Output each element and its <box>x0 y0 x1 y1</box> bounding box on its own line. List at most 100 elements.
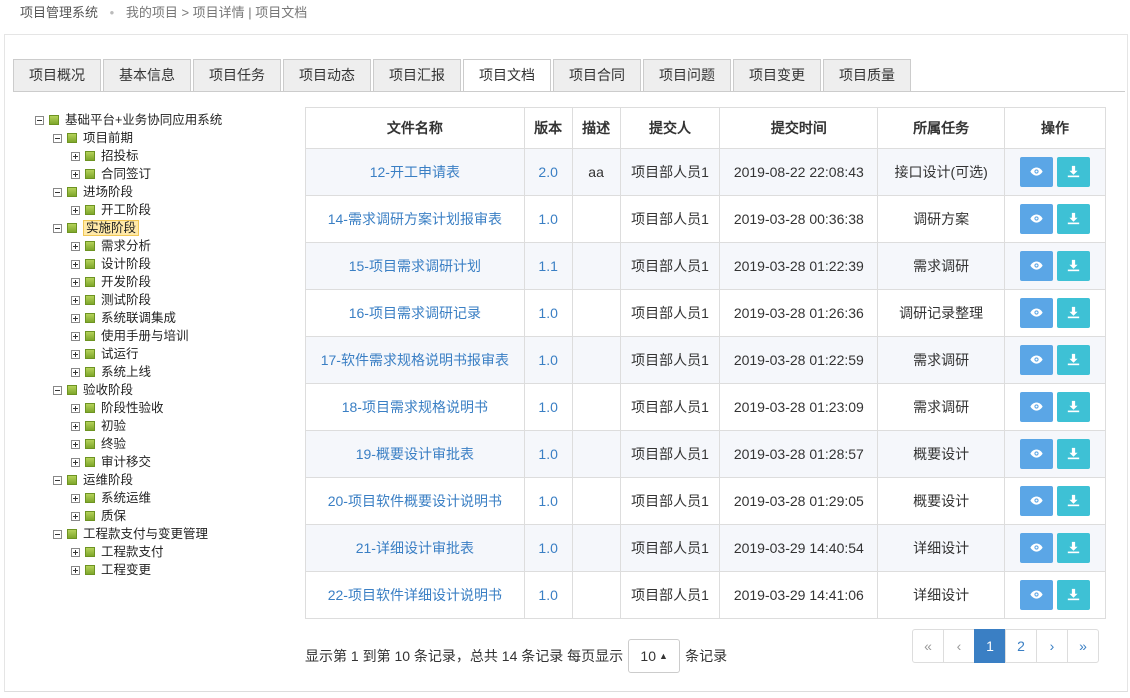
tree-node[interactable]: 进场阶段 <box>35 183 295 201</box>
tab-1[interactable]: 项目概况 <box>13 59 101 91</box>
tree-node-label[interactable]: 进场阶段 <box>83 183 133 201</box>
tree-node-label[interactable]: 审计移交 <box>101 453 151 471</box>
tree-node-label[interactable]: 系统上线 <box>101 363 151 381</box>
tree-node-label[interactable]: 工程款支付与变更管理 <box>83 525 208 543</box>
expand-icon[interactable] <box>71 367 80 377</box>
download-button[interactable] <box>1057 439 1091 469</box>
tab-10[interactable]: 项目质量 <box>823 59 911 91</box>
tree-node[interactable]: 项目前期 <box>35 129 295 147</box>
tree-node[interactable]: 使用手册与培训 <box>35 327 295 345</box>
tab-4[interactable]: 项目动态 <box>283 59 371 91</box>
tree-node[interactable]: 系统运维 <box>35 489 295 507</box>
file-name-cell[interactable]: 19-概要设计审批表 <box>305 430 525 478</box>
view-button[interactable] <box>1020 251 1054 281</box>
page-1-button[interactable]: 1 <box>974 629 1006 663</box>
tree-node[interactable]: 运维阶段 <box>35 471 295 489</box>
tree-node-label[interactable]: 设计阶段 <box>101 255 151 273</box>
download-button[interactable] <box>1057 533 1091 563</box>
tree-node[interactable]: 阶段性验收 <box>35 399 295 417</box>
tree-node[interactable]: 初验 <box>35 417 295 435</box>
file-name-cell[interactable]: 20-项目软件概要设计说明书 <box>305 477 525 525</box>
page-size-select[interactable]: 10 ▲ <box>628 639 681 673</box>
tree-node-label[interactable]: 需求分析 <box>101 237 151 255</box>
view-button[interactable] <box>1020 486 1054 516</box>
file-name-cell[interactable]: 12-开工申请表 <box>305 148 525 196</box>
view-button[interactable] <box>1020 439 1054 469</box>
expand-icon[interactable] <box>71 259 80 269</box>
expand-icon[interactable] <box>71 169 80 179</box>
tab-5[interactable]: 项目汇报 <box>373 59 461 91</box>
tree-node[interactable]: 系统上线 <box>35 363 295 381</box>
tree-node[interactable]: 试运行 <box>35 345 295 363</box>
tree-node[interactable]: 工程款支付与变更管理 <box>35 525 295 543</box>
download-button[interactable] <box>1057 392 1091 422</box>
col-header-submitter[interactable]: 提交人 <box>619 107 721 149</box>
expand-icon[interactable] <box>71 403 80 413</box>
view-button[interactable] <box>1020 392 1054 422</box>
tree-node[interactable]: 终验 <box>35 435 295 453</box>
tree-node[interactable]: 基础平台+业务协同应用系统 <box>35 111 295 129</box>
tree-node[interactable]: 开工阶段 <box>35 201 295 219</box>
view-button[interactable] <box>1020 533 1054 563</box>
tree-node-label[interactable]: 试运行 <box>101 345 139 363</box>
next-page-button[interactable]: › <box>1036 629 1068 663</box>
tree-node[interactable]: 工程变更 <box>35 561 295 579</box>
tab-6[interactable]: 项目文档 <box>463 59 551 92</box>
col-header-file-name[interactable]: 文件名称 <box>305 107 525 149</box>
tree-node[interactable]: 工程款支付 <box>35 543 295 561</box>
page-2-button[interactable]: 2 <box>1005 629 1037 663</box>
col-header-task[interactable]: 所属任务 <box>877 107 1006 149</box>
last-page-button[interactable]: » <box>1067 629 1099 663</box>
breadcrumb-system[interactable]: 项目管理系统 <box>20 5 98 20</box>
tab-8[interactable]: 项目问题 <box>643 59 731 91</box>
tree-node[interactable]: 测试阶段 <box>35 291 295 309</box>
collapse-icon[interactable] <box>53 529 62 539</box>
tree-node-label[interactable]: 验收阶段 <box>83 381 133 399</box>
tree-node-label[interactable]: 运维阶段 <box>83 471 133 489</box>
expand-icon[interactable] <box>71 295 80 305</box>
download-button[interactable] <box>1057 345 1091 375</box>
collapse-icon[interactable] <box>53 133 62 143</box>
file-name-cell[interactable]: 14-需求调研方案计划报审表 <box>305 195 525 243</box>
file-name-cell[interactable]: 16-项目需求调研记录 <box>305 289 525 337</box>
download-button[interactable] <box>1057 580 1091 610</box>
expand-icon[interactable] <box>71 493 80 503</box>
collapse-icon[interactable] <box>53 385 62 395</box>
view-button[interactable] <box>1020 580 1054 610</box>
tree-node[interactable]: 实施阶段 <box>35 219 295 237</box>
file-name-cell[interactable]: 18-项目需求规格说明书 <box>305 383 525 431</box>
tree-node[interactable]: 开发阶段 <box>35 273 295 291</box>
tree-node-label[interactable]: 工程变更 <box>101 561 151 579</box>
expand-icon[interactable] <box>71 331 80 341</box>
download-button[interactable] <box>1057 204 1091 234</box>
tree-node-label[interactable]: 系统运维 <box>101 489 151 507</box>
file-name-cell[interactable]: 21-详细设计审批表 <box>305 524 525 572</box>
tree-node-label[interactable]: 实施阶段 <box>83 220 140 236</box>
tree-node-label[interactable]: 开工阶段 <box>101 201 151 219</box>
tree-node[interactable]: 系统联调集成 <box>35 309 295 327</box>
tab-9[interactable]: 项目变更 <box>733 59 821 91</box>
tree-node[interactable]: 招投标 <box>35 147 295 165</box>
tree-node-label[interactable]: 终验 <box>101 435 126 453</box>
col-header-description[interactable]: 描述 <box>571 107 621 149</box>
tree-node-label[interactable]: 招投标 <box>101 147 139 165</box>
tree-node-label[interactable]: 初验 <box>101 417 126 435</box>
tree-node[interactable]: 审计移交 <box>35 453 295 471</box>
prev-page-button[interactable]: ‹ <box>943 629 975 663</box>
tree-node[interactable]: 设计阶段 <box>35 255 295 273</box>
file-name-cell[interactable]: 17-软件需求规格说明书报审表 <box>305 336 525 384</box>
expand-icon[interactable] <box>71 547 80 557</box>
tree-node[interactable]: 验收阶段 <box>35 381 295 399</box>
col-header-submit-time[interactable]: 提交时间 <box>719 107 879 149</box>
tree-node[interactable]: 合同签订 <box>35 165 295 183</box>
tree-node-label[interactable]: 项目前期 <box>83 129 133 147</box>
expand-icon[interactable] <box>71 457 80 467</box>
file-name-cell[interactable]: 22-项目软件详细设计说明书 <box>305 571 525 619</box>
expand-icon[interactable] <box>71 241 80 251</box>
tree-node-label[interactable]: 合同签订 <box>101 165 151 183</box>
view-button[interactable] <box>1020 298 1054 328</box>
tree-node-label[interactable]: 开发阶段 <box>101 273 151 291</box>
tab-2[interactable]: 基本信息 <box>103 59 191 91</box>
expand-icon[interactable] <box>71 511 80 521</box>
tree-node-label[interactable]: 使用手册与培训 <box>101 327 189 345</box>
